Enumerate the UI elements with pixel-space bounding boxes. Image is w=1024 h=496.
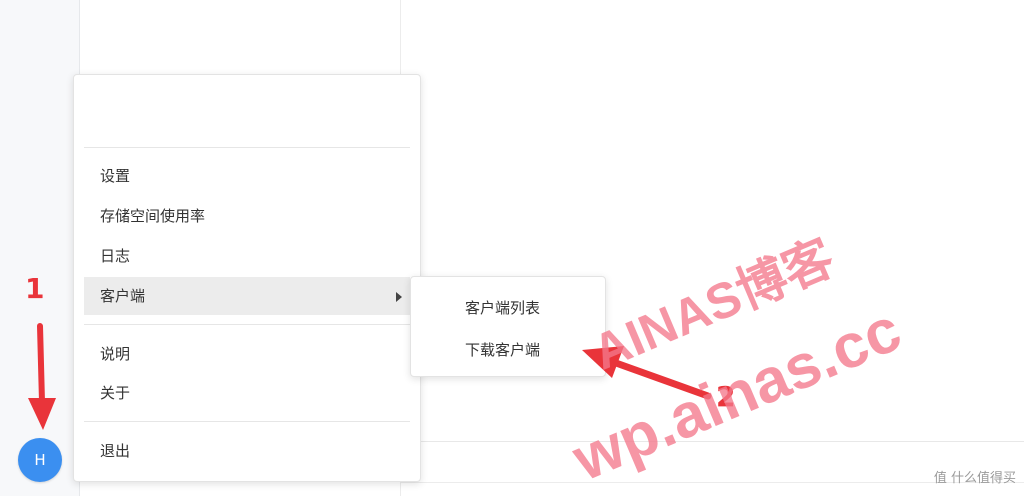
menu-item-about[interactable]: 关于 bbox=[84, 374, 410, 412]
submenu-item-client-list[interactable]: 客户端列表 bbox=[411, 290, 605, 326]
left-sidebar bbox=[0, 0, 80, 496]
user-avatar[interactable]: H bbox=[18, 438, 62, 482]
menu-divider bbox=[84, 324, 410, 325]
menu-item-logout[interactable]: 退出 bbox=[84, 432, 410, 470]
client-submenu: 客户端列表 下载客户端 bbox=[410, 276, 606, 377]
menu-item-client[interactable]: 客户端 bbox=[84, 277, 410, 315]
menu-item-help[interactable]: 说明 bbox=[84, 335, 410, 373]
annotation-label-1: 1 bbox=[25, 272, 45, 305]
avatar-initial: H bbox=[34, 451, 46, 469]
menu-item-settings[interactable]: 设置 bbox=[84, 157, 410, 195]
user-menu: 设置 存储空间使用率 日志 客户端 说明 关于 退出 bbox=[73, 74, 421, 482]
menu-item-client-label: 客户端 bbox=[100, 287, 146, 305]
divider-line bbox=[400, 482, 1024, 483]
chevron-right-icon bbox=[396, 292, 402, 302]
menu-item-storage-usage[interactable]: 存储空间使用率 bbox=[84, 197, 410, 235]
menu-item-logs[interactable]: 日志 bbox=[84, 237, 410, 275]
footer-logo-text: 值 什么值得买 bbox=[933, 471, 1016, 486]
submenu-item-download-client[interactable]: 下载客户端 bbox=[411, 332, 605, 368]
menu-divider bbox=[84, 147, 410, 148]
footer-logo: 值 什么值得买 bbox=[934, 467, 1016, 486]
menu-divider bbox=[84, 421, 410, 422]
